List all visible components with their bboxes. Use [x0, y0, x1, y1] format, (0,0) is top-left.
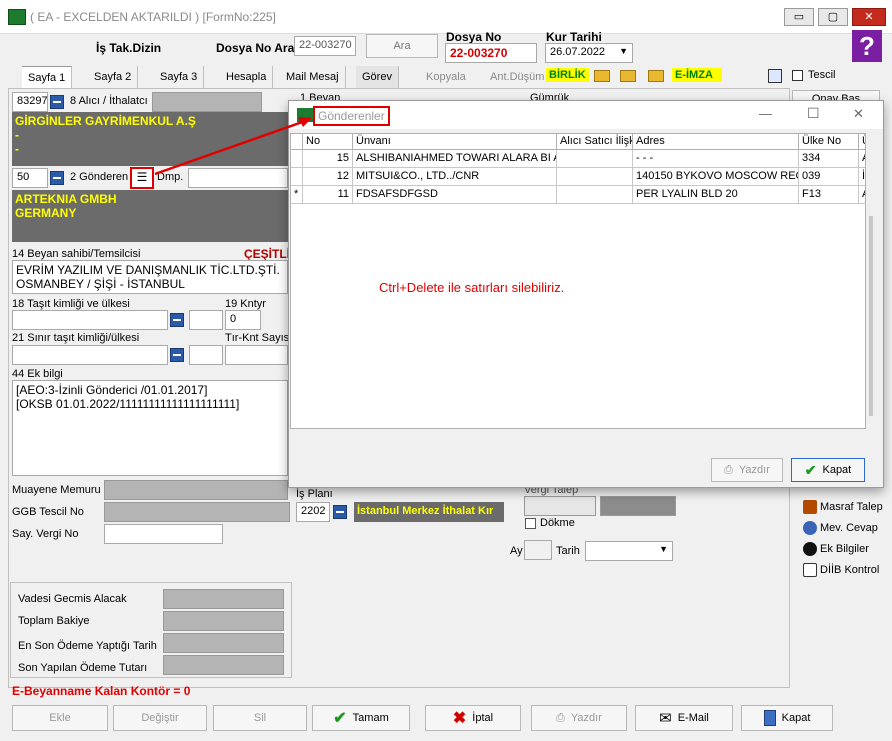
annotation-arrow: [154, 117, 312, 176]
arrow-line: [154, 118, 309, 176]
